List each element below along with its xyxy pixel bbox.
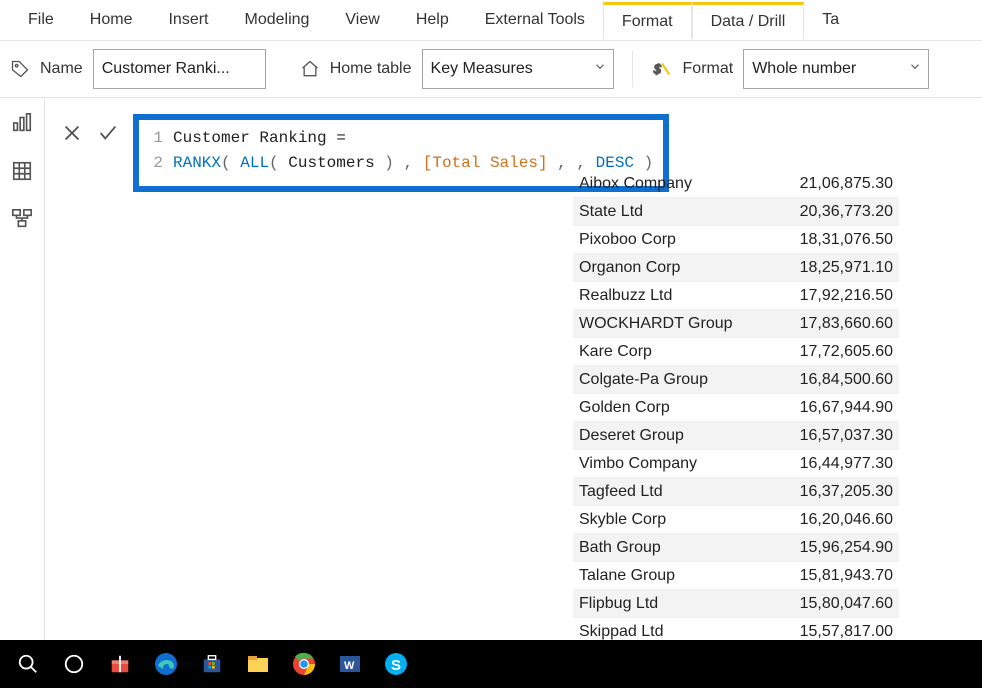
format-select[interactable]: Whole number: [743, 49, 929, 89]
ribbon-tab-insert[interactable]: Insert: [150, 3, 226, 37]
customer-value: 15,80,047.60: [778, 595, 899, 613]
data-view-icon[interactable]: [11, 160, 33, 182]
customer-name: Deseret Group: [573, 427, 778, 445]
customer-value: 17,83,660.60: [778, 315, 899, 333]
chrome-icon[interactable]: [290, 650, 318, 678]
customer-name: Tagfeed Ltd: [573, 483, 778, 501]
customer-value: 21,06,875.30: [778, 175, 899, 193]
home-table-label: Home table: [330, 60, 412, 78]
customer-value: 18,25,971.10: [778, 259, 899, 277]
customer-name: Skippad Ltd: [573, 623, 778, 641]
customer-name: Flipbug Ltd: [573, 595, 778, 613]
ribbon-tabs: FileHomeInsertModelingViewHelpExternal T…: [0, 0, 982, 41]
table-row[interactable]: Flipbug Ltd15,80,047.60: [573, 590, 899, 618]
format-value: Whole number: [752, 60, 856, 78]
customer-value: 15,57,817.00: [778, 623, 899, 641]
ribbon-tab-view[interactable]: View: [327, 3, 397, 37]
cortana-icon[interactable]: [60, 650, 88, 678]
table-row[interactable]: Vimbo Company16,44,977.30: [573, 450, 899, 478]
commit-button[interactable]: [95, 120, 121, 146]
canvas: 1Customer Ranking = 2RANKX( ALL( Custome…: [45, 98, 982, 642]
home-table-value: Key Measures: [431, 60, 533, 78]
customer-value: 16,57,037.30: [778, 427, 899, 445]
table-row[interactable]: Organon Corp18,25,971.10: [573, 254, 899, 282]
customer-name: Talane Group: [573, 567, 778, 585]
table-row[interactable]: Colgate-Pa Group16,84,500.60: [573, 366, 899, 394]
svg-text:W: W: [344, 660, 355, 672]
table-row[interactable]: Talane Group15,81,943.70: [573, 562, 899, 590]
customer-name: Aibox Company: [573, 175, 778, 193]
customer-name: Vimbo Company: [573, 455, 778, 473]
word-icon[interactable]: W: [336, 650, 364, 678]
customer-value: 16,44,977.30: [778, 455, 899, 473]
gift-icon[interactable]: [106, 650, 134, 678]
chevron-down-icon: [908, 60, 922, 79]
customer-value: 15,81,943.70: [778, 567, 899, 585]
customer-name: WOCKHARDT Group: [573, 315, 778, 333]
customer-value: 17,72,605.60: [778, 343, 899, 361]
customer-value: 18,31,076.50: [778, 231, 899, 249]
customer-name: Realbuzz Ltd: [573, 287, 778, 305]
customer-name: Organon Corp: [573, 259, 778, 277]
store-icon[interactable]: [198, 650, 226, 678]
customer-value: 16,67,944.90: [778, 399, 899, 417]
formatting-toolbar: Name Customer Ranki... Home table Key Me…: [0, 41, 982, 98]
customer-value: 16,84,500.60: [778, 371, 899, 389]
name-label: Name: [40, 60, 83, 78]
table-row[interactable]: Realbuzz Ltd17,92,216.50: [573, 282, 899, 310]
customer-name: Skyble Corp: [573, 511, 778, 529]
customer-ranking-table[interactable]: Aibox Company21,06,875.30State Ltd20,36,…: [573, 170, 899, 646]
windows-taskbar: W S: [0, 640, 982, 688]
format-icon: $: [651, 58, 673, 80]
customer-value: 17,92,216.50: [778, 287, 899, 305]
customer-value: 16,20,046.60: [778, 511, 899, 529]
ribbon-tab-ta[interactable]: Ta: [804, 3, 857, 37]
table-row[interactable]: Bath Group15,96,254.90: [573, 534, 899, 562]
measure-name-input[interactable]: Customer Ranki...: [93, 49, 266, 89]
explorer-icon[interactable]: [244, 650, 272, 678]
skype-icon[interactable]: S: [382, 650, 410, 678]
separator: [632, 51, 633, 87]
customer-name: Colgate-Pa Group: [573, 371, 778, 389]
ribbon-tab-external-tools[interactable]: External Tools: [467, 3, 603, 37]
home-table-select[interactable]: Key Measures: [422, 49, 614, 89]
table-row[interactable]: Skyble Corp16,20,046.60: [573, 506, 899, 534]
table-row[interactable]: WOCKHARDT Group17,83,660.60: [573, 310, 899, 338]
customer-value: 16,37,205.30: [778, 483, 899, 501]
table-row[interactable]: Golden Corp16,67,944.90: [573, 394, 899, 422]
tag-icon: [10, 59, 30, 79]
customer-name: Bath Group: [573, 539, 778, 557]
chevron-down-icon: [593, 60, 607, 79]
report-view-icon[interactable]: [11, 112, 33, 134]
cancel-button[interactable]: [59, 120, 85, 146]
table-row[interactable]: Deseret Group16,57,037.30: [573, 422, 899, 450]
table-row[interactable]: State Ltd20,36,773.20: [573, 198, 899, 226]
model-view-icon[interactable]: [11, 208, 33, 230]
ribbon-tab-modeling[interactable]: Modeling: [226, 3, 327, 37]
ribbon-tab-data-drill[interactable]: Data / Drill: [692, 2, 805, 39]
ribbon-tab-format[interactable]: Format: [603, 2, 692, 39]
customer-name: Pixoboo Corp: [573, 231, 778, 249]
svg-text:$: $: [652, 62, 661, 77]
customer-value: 15,96,254.90: [778, 539, 899, 557]
ribbon-tab-file[interactable]: File: [10, 3, 72, 37]
search-icon[interactable]: [14, 650, 42, 678]
ribbon-tab-home[interactable]: Home: [72, 3, 151, 37]
formula-line-1: Customer Ranking =: [173, 129, 346, 147]
table-row[interactable]: Aibox Company21,06,875.30: [573, 170, 899, 198]
home-icon: [300, 59, 320, 79]
table-row[interactable]: Tagfeed Ltd16,37,205.30: [573, 478, 899, 506]
customer-name: Kare Corp: [573, 343, 778, 361]
customer-value: 20,36,773.20: [778, 203, 899, 221]
format-label: Format: [683, 60, 734, 78]
ribbon-tab-help[interactable]: Help: [398, 3, 467, 37]
customer-name: Golden Corp: [573, 399, 778, 417]
table-row[interactable]: Pixoboo Corp18,31,076.50: [573, 226, 899, 254]
table-row[interactable]: Kare Corp17,72,605.60: [573, 338, 899, 366]
view-switcher: [0, 98, 45, 642]
customer-name: State Ltd: [573, 203, 778, 221]
edge-icon[interactable]: [152, 650, 180, 678]
svg-text:S: S: [391, 657, 401, 674]
